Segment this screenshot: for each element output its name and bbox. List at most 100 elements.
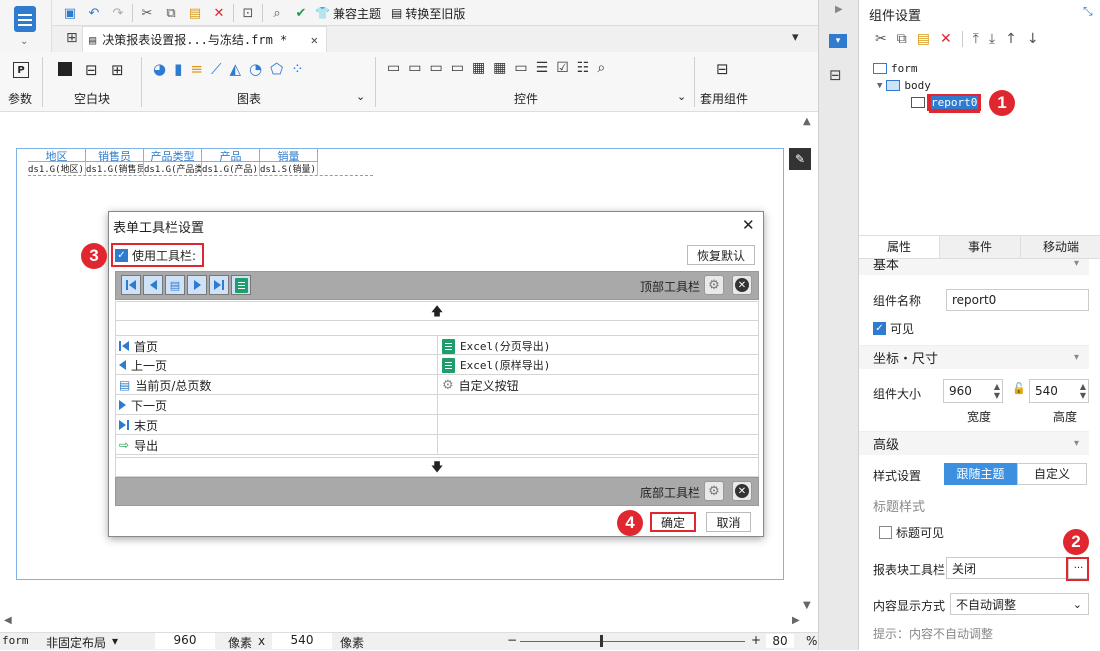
cut-icon[interactable]: ✂	[137, 3, 157, 23]
group-collapse-icon[interactable]: ▾	[1074, 438, 1079, 449]
zoom-slider[interactable]	[520, 641, 745, 642]
group-coord-size[interactable]: 坐标・尺寸 ▾	[859, 345, 1089, 369]
bottom-toolbar-settings-icon[interactable]: ⚙	[704, 481, 724, 501]
convert-old-button[interactable]: ▤ 转换至旧版	[391, 5, 465, 22]
widget-expand-icon[interactable]: ⌄	[677, 90, 686, 103]
cell-salesman[interactable]: ds1.G(销售员)	[86, 162, 144, 175]
blank-block-icon[interactable]	[58, 62, 72, 76]
item-excel-page-export[interactable]: Excel(分页导出)	[437, 336, 759, 356]
item-first-page[interactable]: 首页	[115, 336, 437, 356]
hbar-chart-icon[interactable]: ≡	[190, 60, 203, 78]
textbox-widget-icon[interactable]: ▭	[387, 60, 400, 76]
export-icon[interactable]	[231, 275, 251, 295]
restore-default-button[interactable]: 恢复默认	[687, 245, 755, 265]
group-advanced[interactable]: 高级 ▾	[859, 431, 1089, 455]
close-tab-icon[interactable]: ✕	[311, 33, 318, 47]
tab-events[interactable]: 事件	[940, 236, 1021, 258]
list-item[interactable]: 上一页 Excel(原样导出)	[115, 355, 759, 375]
col-header-product-type[interactable]: 产品类型	[144, 148, 202, 163]
height-input[interactable]: 540	[272, 633, 332, 649]
content-mode-select[interactable]: 不自动调整 ⌄	[950, 593, 1089, 615]
radio-widget-icon[interactable]: ☷	[577, 60, 590, 76]
lock-ratio-icon[interactable]: 🔓	[1012, 382, 1026, 395]
cell-region[interactable]: ds1.G(地区)	[28, 162, 86, 175]
tree-node-form[interactable]: form	[873, 60, 1088, 77]
group-collapse-icon[interactable]: ▾	[1074, 259, 1079, 269]
zoom-in-icon[interactable]: +	[751, 633, 761, 647]
cell-product[interactable]: ds1.G(产品)	[202, 162, 260, 175]
compat-theme-button[interactable]: 👕 兼容主题	[315, 5, 381, 22]
move-top-icon[interactable]: ⤒	[973, 31, 979, 47]
gauge-chart-icon[interactable]: ◔	[249, 60, 262, 78]
scroll-down-icon[interactable]: ▼	[803, 600, 811, 611]
apply-component-icon[interactable]: ⊟	[716, 60, 729, 78]
item-custom-button[interactable]: ⚙ 自定义按钮	[437, 375, 759, 395]
cell-product-type[interactable]: ds1.G(产品类型)	[144, 162, 202, 175]
top-toolbar-zone[interactable]: ▤ 顶部工具栏 ⚙ ✕	[115, 271, 759, 300]
last-page-icon[interactable]	[209, 275, 229, 295]
tree-widget-icon[interactable]: ▦	[472, 60, 485, 76]
cancel-button[interactable]: 取消	[706, 512, 751, 532]
label-widget-icon[interactable]: ▭	[408, 60, 421, 76]
grid-view-icon[interactable]: ⊞	[66, 30, 78, 46]
tree-node-body[interactable]: ▼ body	[873, 77, 1088, 94]
first-page-icon[interactable]	[121, 275, 141, 295]
list-item[interactable]: ⇨ 导出	[115, 435, 759, 455]
spinner-arrows-icon[interactable]: ▲ ▼	[1080, 382, 1086, 400]
tab-document[interactable]: ▤ 决策报表设置报...与冻结.frm * ✕	[82, 26, 327, 52]
top-toolbar-settings-icon[interactable]: ⚙	[704, 275, 724, 295]
item-next-page[interactable]: 下一页	[115, 395, 437, 415]
col-header-product[interactable]: 产品	[202, 148, 260, 163]
component-settings-icon[interactable]: ▾	[829, 34, 847, 48]
tab-mobile[interactable]: 移动端	[1021, 236, 1100, 258]
cell-sales[interactable]: ds1.S(销量)	[260, 162, 318, 175]
list-item[interactable]: 末页	[115, 415, 759, 435]
style-follow-theme-button[interactable]: 跟随主题	[944, 463, 1017, 485]
app-logo-icon[interactable]	[14, 6, 36, 32]
panel-delete-icon[interactable]: ✕	[940, 31, 952, 47]
tab-properties[interactable]: 属性	[859, 236, 940, 258]
top-toolbar-remove-icon[interactable]: ✕	[732, 275, 752, 295]
panel-copy-icon[interactable]: ⧉	[897, 31, 907, 47]
combo-widget-icon[interactable]: ▭	[451, 60, 464, 76]
scroll-up-icon[interactable]: ▲	[803, 116, 811, 127]
width-input[interactable]: 960	[155, 633, 215, 649]
checkbox-widget-icon[interactable]: ☑	[556, 60, 569, 76]
panel-cut-icon[interactable]: ✂	[875, 31, 887, 47]
prev-page-icon[interactable]	[143, 275, 163, 295]
tab-menu-icon[interactable]: ▾	[792, 30, 799, 45]
undo-icon[interactable]: ↶	[84, 3, 104, 23]
col-header-sales[interactable]: 销量	[260, 148, 318, 163]
copy-icon[interactable]: ⧉	[161, 3, 181, 23]
move-up-icon[interactable]: ↑	[1005, 31, 1017, 47]
bar-chart-icon[interactable]: ▮	[174, 60, 182, 78]
list-widget-icon[interactable]: ☰	[536, 60, 549, 76]
move-down-icon[interactable]: ↓	[1027, 31, 1039, 47]
item-prev-page[interactable]: 上一页	[115, 355, 437, 375]
radar-chart-icon[interactable]: ⬠	[270, 60, 283, 78]
edit-icon[interactable]: ✎	[789, 148, 811, 170]
delete-icon[interactable]: ✕	[209, 3, 229, 23]
blank-block-grid-icon[interactable]: ⊞	[111, 61, 124, 79]
bottom-toolbar-zone[interactable]: 底部工具栏 ⚙ ✕	[115, 477, 759, 506]
panel-pin-icon[interactable]: ⤡	[1083, 4, 1093, 19]
preview-icon[interactable]: ⌕	[267, 3, 287, 23]
height-spinner[interactable]: 540 ▲ ▼	[1029, 379, 1089, 403]
scatter-chart-icon[interactable]: ⁘	[291, 60, 304, 78]
list-item[interactable]: 下一页	[115, 395, 759, 415]
comp-name-input[interactable]: report0	[946, 289, 1089, 311]
tree-node-report[interactable]: report0	[873, 94, 1088, 111]
check-icon[interactable]: ✔	[291, 3, 311, 23]
paste-icon[interactable]: ▤	[185, 3, 205, 23]
panel-paste-icon[interactable]: ▤	[917, 31, 930, 47]
zoom-out-icon[interactable]: −	[507, 633, 517, 647]
save-icon[interactable]: ▣	[60, 3, 80, 23]
col-header-region[interactable]: 地区	[28, 148, 86, 163]
item-excel-original-export[interactable]: Excel(原样导出)	[437, 355, 759, 375]
col-header-salesman[interactable]: 销售员	[86, 148, 144, 163]
item-page-count[interactable]: ▤ 当前页/总页数	[115, 375, 437, 395]
page-count-icon[interactable]: ▤	[165, 275, 185, 295]
list-item[interactable]: ▤ 当前页/总页数 ⚙ 自定义按钮	[115, 375, 759, 395]
group-collapse-icon[interactable]: ▾	[1074, 352, 1079, 363]
item-export[interactable]: ⇨ 导出	[115, 435, 437, 455]
